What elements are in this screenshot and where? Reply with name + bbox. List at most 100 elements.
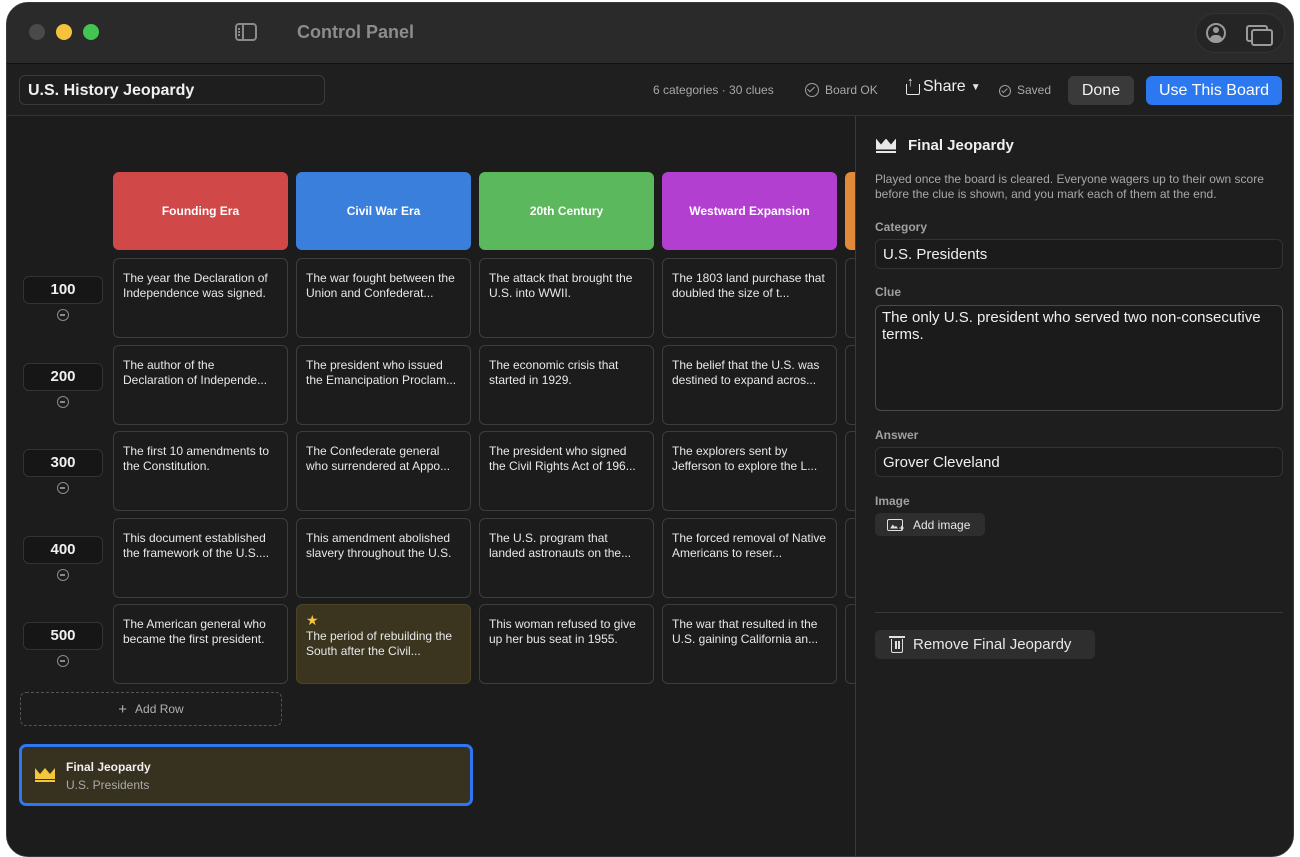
clue-text: The president who signed the Civil Right… [489,444,636,473]
panel-header: Final Jeopardy [876,137,1014,154]
category-header[interactable]: 20th Century [479,172,654,250]
remove-row-icon[interactable] [57,396,69,408]
category-input[interactable]: U.S. Presidents [875,239,1283,269]
clue-text: The attack that brought the U.S. into WW… [489,271,633,300]
board-counts: 6 categories · 30 clues [653,83,774,97]
category-header[interactable]: Westward Expansion [662,172,837,250]
clue-cell[interactable]: The author of the Declaration of Indepen… [113,345,288,425]
window-title: Control Panel [297,22,415,42]
clue-text: The president who issued the Emancipatio… [306,358,457,387]
remove-final-jeopardy-button[interactable]: Remove Final Jeopardy [875,630,1095,659]
account-icon[interactable] [1206,23,1226,43]
remove-row-icon[interactable] [57,482,69,494]
app-window: Control Panel U.S. History Jeopardy 6 ca… [6,2,1294,857]
share-button[interactable]: Share ▼ [905,74,981,96]
points-input[interactable]: 200 [23,363,103,391]
close-window-button[interactable] [29,24,45,40]
panel-divider [875,612,1283,613]
check-circle-icon [805,83,819,97]
clue-cell[interactable] [845,518,855,598]
crown-icon [876,139,896,153]
saved-status: Saved [999,83,1051,97]
clue-cell[interactable]: This woman refused to give up her bus se… [479,604,654,684]
clue-text: The author of the Declaration of Indepen… [123,358,268,387]
clue-label: Clue [875,285,902,299]
main-content: U.S. History Jeopardy 6 categories · 30 … [7,63,1293,856]
clue-text: The American general who became the firs… [123,617,266,646]
add-row-button[interactable]: + Add Row [20,692,282,726]
points-input[interactable]: 400 [23,536,103,564]
plus-icon: + [118,701,128,718]
clue-text: The Confederate general who surrendered … [306,444,451,473]
clue-cell[interactable]: The first 10 amendments to the Constitut… [113,431,288,511]
row-points: 300 [23,449,103,495]
clue-cell[interactable]: This document established the framework … [113,518,288,598]
clue-cell[interactable]: The president who signed the Civil Right… [479,431,654,511]
clue-cell[interactable] [845,604,855,684]
clue-cell[interactable]: The U.S. program that landed astronauts … [479,518,654,598]
answer-input[interactable]: Grover Cleveland [875,447,1283,477]
clue-cell[interactable]: The explorers sent by Jefferson to explo… [662,431,837,511]
remove-label: Remove Final Jeopardy [913,636,1072,653]
category-header[interactable]: Founding Era [113,172,288,250]
saved-check-icon [999,85,1011,97]
clue-cell[interactable]: The Confederate general who surrendered … [296,431,471,511]
clue-textarea[interactable]: The only U.S. president who served two n… [875,305,1283,411]
use-board-button[interactable]: Use This Board [1146,76,1282,105]
sidebar-toggle-icon[interactable] [235,23,257,41]
board-name-input[interactable]: U.S. History Jeopardy [19,75,325,105]
clue-text: The first 10 amendments to the Constitut… [123,444,270,473]
clue-cell[interactable]: The attack that brought the U.S. into WW… [479,258,654,338]
clue-cell[interactable]: The war that resulted in the U.S. gainin… [662,604,837,684]
clue-cell[interactable]: The president who issued the Emancipatio… [296,345,471,425]
points-input[interactable]: 100 [23,276,103,304]
points-input[interactable]: 300 [23,449,103,477]
remove-row-icon[interactable] [57,655,69,667]
done-button[interactable]: Done [1068,76,1134,105]
windows-icon[interactable] [1246,25,1273,46]
minimize-window-button[interactable] [56,24,72,40]
clue-cell[interactable]: The American general who became the firs… [113,604,288,684]
row-points: 100 [23,276,103,322]
daily-double-star-icon: ★ [306,612,319,628]
add-image-label: Add image [913,517,971,532]
panel-title: Final Jeopardy [908,137,1014,154]
add-image-button[interactable]: Add image [875,513,985,536]
final-jeopardy-panel: Final Jeopardy Played once the board is … [855,116,1293,856]
clue-cell[interactable] [845,431,855,511]
row-points: 200 [23,363,103,409]
clue-cell[interactable]: The economic crisis that started in 1929… [479,345,654,425]
category-label: Category [875,220,928,234]
board-grid: + Add Row Final Jeopardy U.S. Presidents … [7,116,855,856]
clue-cell[interactable]: This amendment abolished slavery through… [296,518,471,598]
clue-cell[interactable] [845,345,855,425]
clue-text: The period of rebuilding the South after… [306,629,453,658]
category-header[interactable]: Civil War Era [296,172,471,250]
clue-cell[interactable]: The belief that the U.S. was destined to… [662,345,837,425]
title-actions [1195,13,1285,53]
remove-row-icon[interactable] [57,569,69,581]
category-header[interactable] [845,172,855,250]
crown-icon [35,768,55,782]
clue-text: The belief that the U.S. was destined to… [672,358,820,387]
share-icon [905,74,920,95]
clue-cell[interactable] [845,258,855,338]
points-input[interactable]: 500 [23,622,103,650]
clue-text: This woman refused to give up her bus se… [489,617,636,646]
maximize-window-button[interactable] [83,24,99,40]
clue-cell[interactable]: The war fought between the Union and Con… [296,258,471,338]
clue-text: The U.S. program that landed astronauts … [489,531,632,560]
remove-row-icon[interactable] [57,309,69,321]
clue-cell[interactable]: The 1803 land purchase that doubled the … [662,258,837,338]
answer-label: Answer [875,428,919,442]
clue-cell[interactable]: The year the Declaration of Independence… [113,258,288,338]
final-jeopardy-card[interactable]: Final Jeopardy U.S. Presidents [19,744,473,806]
panel-description: Played once the board is cleared. Everyo… [875,172,1264,201]
clue-text: The 1803 land purchase that doubled the … [672,271,825,300]
clue-cell[interactable]: The forced removal of Native Americans t… [662,518,837,598]
clue-text: The war that resulted in the U.S. gainin… [672,617,819,646]
clue-cell[interactable]: ★ The period of rebuilding the South afte… [296,604,471,684]
share-label: Share [923,78,966,95]
clue-text: This amendment abolished slavery through… [306,531,452,560]
trash-icon [889,636,905,653]
